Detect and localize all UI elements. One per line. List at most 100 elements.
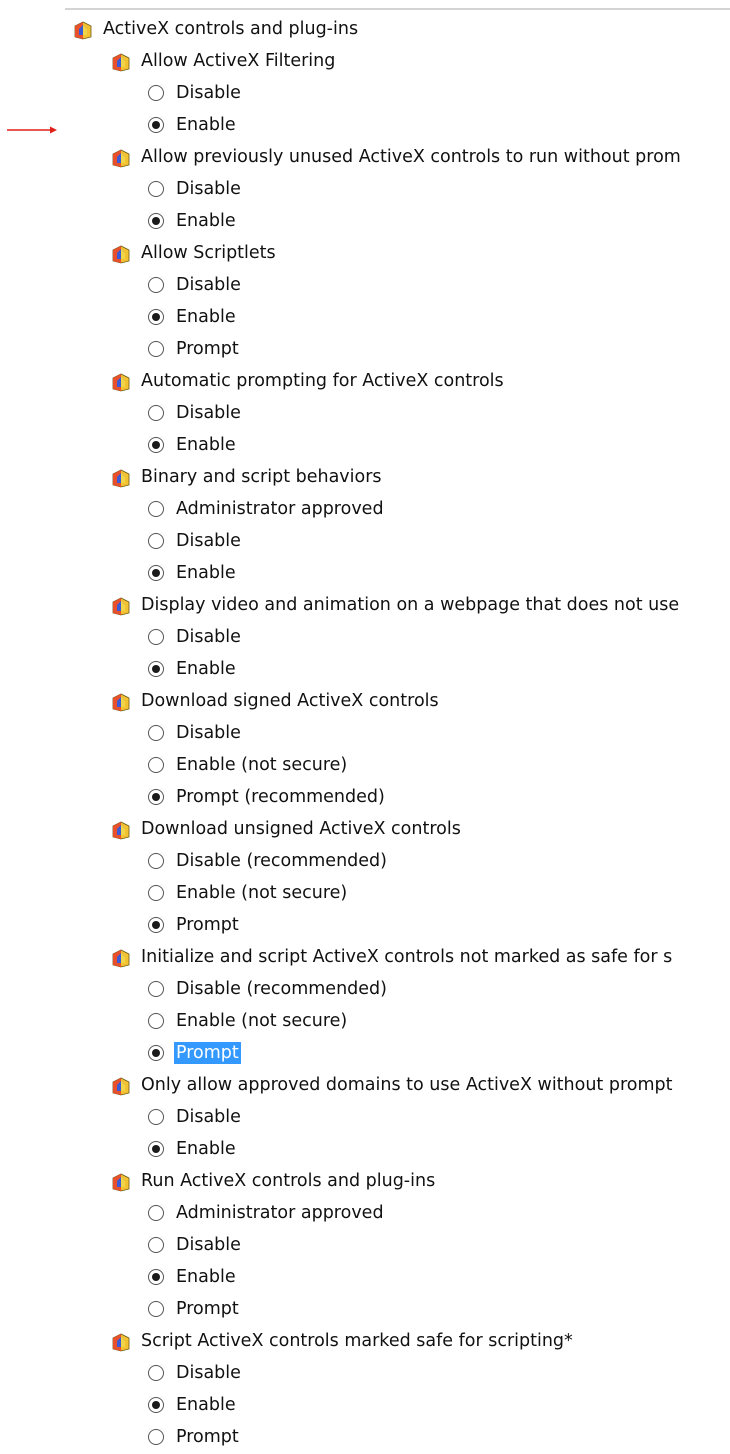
option-item[interactable]: Prompt <box>148 1293 730 1325</box>
radio-button[interactable] <box>148 533 164 549</box>
option-item[interactable]: Prompt <box>148 333 730 365</box>
radio-button-checked[interactable] <box>148 1141 164 1157</box>
radio-button[interactable] <box>148 181 164 197</box>
option-label: Enable <box>176 1395 236 1415</box>
setting-item[interactable]: Download signed ActiveX controls <box>111 685 730 717</box>
radio-button[interactable] <box>148 1365 164 1381</box>
tree-root[interactable]: ActiveX controls and plug-ins <box>73 13 730 45</box>
option-item[interactable]: Enable <box>148 1389 730 1421</box>
setting-item[interactable]: Allow previously unused ActiveX controls… <box>111 141 730 173</box>
option-item[interactable]: Disable <box>148 1101 730 1133</box>
radio-button-checked[interactable] <box>148 789 164 805</box>
radio-button[interactable] <box>148 757 164 773</box>
option-label: Disable <box>176 1235 241 1255</box>
radio-button[interactable] <box>148 1237 164 1253</box>
option-item[interactable]: Disable (recommended) <box>148 845 730 877</box>
radio-button[interactable] <box>148 1013 164 1029</box>
option-item[interactable]: Prompt <box>148 1421 730 1453</box>
option-item[interactable]: Enable <box>148 1133 730 1165</box>
option-item[interactable]: Enable (not secure) <box>148 749 730 781</box>
option-item[interactable]: Disable <box>148 77 730 109</box>
setting-item[interactable]: Run ActiveX controls and plug-ins <box>111 1165 730 1197</box>
option-label: Disable <box>176 275 241 295</box>
option-item[interactable]: Enable <box>148 109 730 141</box>
setting-item[interactable]: Allow ActiveX Filtering <box>111 45 730 77</box>
security-settings-icon <box>111 243 131 264</box>
radio-button[interactable] <box>148 1205 164 1221</box>
radio-button[interactable] <box>148 1109 164 1125</box>
option-item[interactable]: Disable <box>148 621 730 653</box>
radio-button-checked[interactable] <box>148 1397 164 1413</box>
radio-button[interactable] <box>148 1429 164 1445</box>
security-settings-icon <box>111 1171 131 1192</box>
option-item[interactable]: Prompt <box>148 1037 730 1069</box>
setting-item[interactable]: Script ActiveX controls marked safe for … <box>111 1325 730 1357</box>
setting-item[interactable]: Automatic prompting for ActiveX controls <box>111 365 730 397</box>
option-item[interactable]: Administrator approved <box>148 493 730 525</box>
security-settings-icon <box>111 819 131 840</box>
option-label: Administrator approved <box>176 499 384 519</box>
radio-button[interactable] <box>148 501 164 517</box>
option-item[interactable]: Prompt <box>148 909 730 941</box>
security-settings-icon <box>111 1075 131 1096</box>
option-label: Disable (recommended) <box>176 979 387 999</box>
setting-title: Initialize and script ActiveX controls n… <box>141 947 673 967</box>
setting-item[interactable]: Binary and script behaviors <box>111 461 730 493</box>
option-item[interactable]: Prompt (recommended) <box>148 781 730 813</box>
radio-button-checked[interactable] <box>148 213 164 229</box>
setting-title: Only allow approved domains to use Activ… <box>141 1075 673 1095</box>
option-item[interactable]: Enable <box>148 205 730 237</box>
radio-button-checked[interactable] <box>148 437 164 453</box>
radio-button[interactable] <box>148 1301 164 1317</box>
option-item[interactable]: Disable <box>148 173 730 205</box>
option-label: Enable <box>176 211 236 231</box>
option-item[interactable]: Administrator approved <box>148 1197 730 1229</box>
setting-item[interactable]: Only allow approved domains to use Activ… <box>111 1069 730 1101</box>
option-item[interactable]: Disable <box>148 397 730 429</box>
radio-button-checked[interactable] <box>148 117 164 133</box>
option-item[interactable]: Enable <box>148 301 730 333</box>
option-item[interactable]: Disable <box>148 717 730 749</box>
option-item[interactable]: Disable <box>148 1229 730 1261</box>
radio-button-checked[interactable] <box>148 309 164 325</box>
top-divider <box>65 8 730 10</box>
option-label: Disable <box>176 627 241 647</box>
radio-button-checked[interactable] <box>148 1045 164 1061</box>
option-item[interactable]: Disable <box>148 525 730 557</box>
security-settings-icon <box>111 147 131 168</box>
option-item[interactable]: Disable (recommended) <box>148 973 730 1005</box>
option-label: Disable <box>176 1107 241 1127</box>
option-item[interactable]: Enable (not secure) <box>148 877 730 909</box>
radio-button-checked[interactable] <box>148 1269 164 1285</box>
option-item[interactable]: Enable <box>148 653 730 685</box>
option-label: Disable <box>176 723 241 743</box>
setting-item[interactable]: Initialize and script ActiveX controls n… <box>111 941 730 973</box>
option-item[interactable]: Disable <box>148 1357 730 1389</box>
radio-button-checked[interactable] <box>148 565 164 581</box>
option-item[interactable]: Enable <box>148 429 730 461</box>
option-item[interactable]: Enable <box>148 557 730 589</box>
radio-button[interactable] <box>148 981 164 997</box>
radio-button[interactable] <box>148 405 164 421</box>
setting-title: Allow ActiveX Filtering <box>141 51 336 71</box>
setting-item[interactable]: Display video and animation on a webpage… <box>111 589 730 621</box>
radio-button[interactable] <box>148 725 164 741</box>
tree-root-label: ActiveX controls and plug-ins <box>103 19 359 39</box>
radio-button[interactable] <box>148 85 164 101</box>
radio-button-checked[interactable] <box>148 661 164 677</box>
radio-button[interactable] <box>148 853 164 869</box>
setting-item[interactable]: Download unsigned ActiveX controls <box>111 813 730 845</box>
option-label: Enable <box>176 307 236 327</box>
option-label: Prompt <box>176 339 239 359</box>
radio-button[interactable] <box>148 885 164 901</box>
radio-button[interactable] <box>148 341 164 357</box>
option-item[interactable]: Disable <box>148 269 730 301</box>
radio-button[interactable] <box>148 629 164 645</box>
option-label: Enable <box>176 115 236 135</box>
option-label: Disable <box>176 83 241 103</box>
radio-button[interactable] <box>148 277 164 293</box>
radio-button-checked[interactable] <box>148 917 164 933</box>
option-item[interactable]: Enable <box>148 1261 730 1293</box>
option-item[interactable]: Enable (not secure) <box>148 1005 730 1037</box>
setting-item[interactable]: Allow Scriptlets <box>111 237 730 269</box>
